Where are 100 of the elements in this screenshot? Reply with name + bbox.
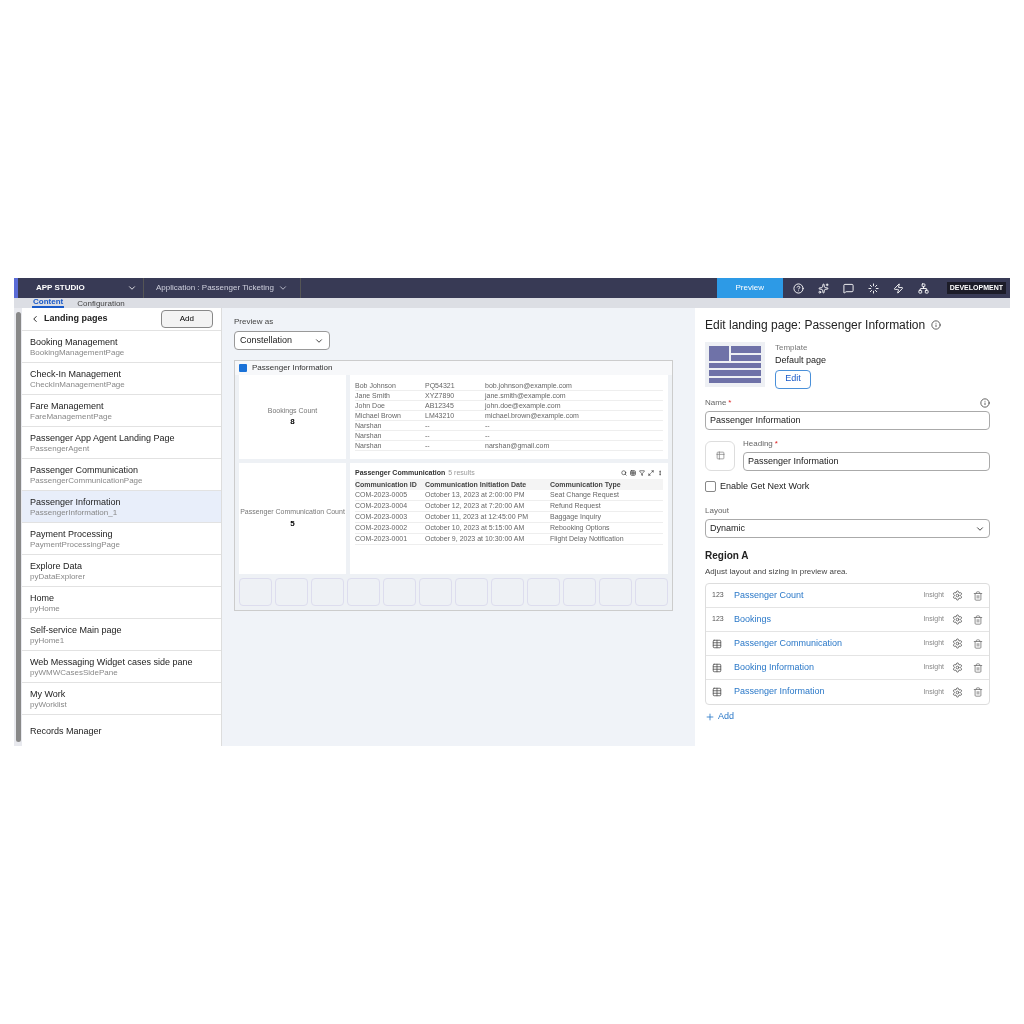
page-title: Booking Management [30, 335, 119, 348]
back-icon[interactable] [30, 314, 40, 324]
info-icon[interactable] [980, 397, 990, 408]
widget-link[interactable]: Bookings [734, 612, 924, 627]
landing-page-item[interactable]: Fare Management FareManagementPage [22, 394, 221, 426]
plus-icon [705, 711, 715, 722]
checkbox[interactable] [705, 480, 716, 492]
page-title: Passenger Communication [30, 463, 140, 476]
help-icon[interactable] [792, 282, 804, 294]
page-id: FareManagementPage [30, 411, 113, 422]
required-mark: * [774, 437, 778, 450]
trash-icon[interactable] [973, 638, 983, 649]
page-id: pyHome [30, 603, 61, 614]
search-icon[interactable] [621, 470, 627, 476]
page-id: pyWMWCasesSidePane [30, 667, 119, 678]
region-title: Region A [705, 549, 750, 563]
page-id: PassengerCommunicationPage [30, 475, 144, 486]
page-title: Fare Management [30, 399, 105, 412]
sidebar-title: Landing pages [44, 312, 108, 326]
page-title: Payment Processing [30, 527, 114, 540]
trash-icon[interactable] [973, 662, 983, 673]
name-label: Name [705, 396, 727, 409]
landing-page-item[interactable]: Home pyHome [22, 586, 221, 618]
widget-link[interactable]: Passenger Communication [734, 636, 924, 651]
landing-page-item[interactable]: My Work pyWorklist [22, 682, 221, 714]
template-label: Template [775, 342, 809, 354]
preview-page-title: Passenger Information [252, 362, 333, 374]
page-icon [239, 364, 247, 372]
page-id: CheckInManagementPage [30, 379, 126, 390]
template-value: Default page [775, 354, 827, 367]
page-title: Self-service Main page [30, 623, 123, 636]
page-id: pyDataExplorer [30, 571, 87, 582]
settings-icon[interactable] [952, 686, 963, 698]
layout-select[interactable]: Dynamic [705, 519, 990, 538]
lightning-icon[interactable] [892, 282, 904, 294]
filter-icon[interactable] [639, 470, 645, 476]
landing-page-item[interactable]: Payment Processing PaymentProcessingPage [22, 522, 221, 554]
page-title: Home [30, 591, 55, 604]
page-title: Check-In Management [30, 367, 123, 380]
table-icon[interactable] [630, 470, 636, 476]
settings-icon[interactable] [952, 638, 963, 649]
page-id: BookingManagementPage [30, 347, 126, 358]
page-title: Passenger App Agent Landing Page [30, 431, 176, 444]
landing-page-item[interactable]: Web Messaging Widget cases side pane pyWMWCasesSidePane [22, 650, 221, 682]
widget-link[interactable]: Passenger Information [734, 685, 924, 699]
tab[interactable]: Configuration [76, 299, 126, 308]
page-title: Records Manager [30, 724, 103, 737]
landing-page-item[interactable]: Records Manager [22, 714, 221, 746]
sparkle-icon[interactable] [817, 282, 829, 294]
loader-icon[interactable] [867, 282, 879, 294]
name-field[interactable]: Passenger Information [705, 410, 990, 430]
insight-value: 8 [290, 416, 295, 429]
widget-link[interactable]: Passenger Count [734, 588, 924, 603]
edit-button[interactable]: Edit [775, 369, 811, 389]
scrollbar[interactable] [15, 312, 21, 742]
chevron-down-icon [277, 283, 288, 293]
landing-page-item[interactable]: Explore Data pyDataExplorer [22, 554, 221, 586]
landing-page-item[interactable]: Passenger Information PassengerInformation_1 [22, 490, 221, 522]
add-button[interactable]: Add [160, 310, 213, 328]
region-hint: Adjust layout and sizing in preview area. [705, 566, 849, 578]
template-thumbnail[interactable] [705, 342, 765, 387]
trash-icon[interactable] [973, 614, 983, 625]
settings-icon[interactable] [952, 614, 963, 625]
landing-page-item[interactable]: Check-In Management CheckInManagementPage [22, 362, 221, 394]
preview-select[interactable]: Constellation [234, 331, 330, 350]
table-icon [712, 662, 722, 673]
page-id: PassengerAgent [30, 443, 91, 454]
page-id: pyWorklist [30, 699, 68, 710]
page-title: My Work [30, 687, 67, 700]
trash-icon[interactable] [973, 687, 983, 697]
widget-link[interactable]: Booking Information [734, 660, 924, 675]
settings-icon[interactable] [952, 662, 963, 673]
editor-title: Edit landing page: Passenger Information [705, 317, 926, 334]
chevron-down-icon [127, 283, 137, 293]
chat-icon[interactable] [842, 282, 854, 294]
layout-label: Layout [705, 505, 731, 517]
trash-icon[interactable] [973, 590, 983, 601]
required-mark: * [728, 396, 732, 409]
network-icon[interactable] [917, 282, 929, 294]
page-id: PassengerInformation_1 [30, 507, 119, 518]
checkbox-label: Enable Get Next Work [720, 479, 810, 493]
info-icon[interactable] [931, 320, 942, 330]
add-widget-button[interactable]: Add [705, 710, 734, 724]
page-title: Explore Data [30, 559, 84, 572]
table-icon [712, 687, 722, 697]
settings-icon[interactable] [952, 590, 963, 601]
landing-page-item[interactable]: Self-service Main page pyHome1 [22, 618, 221, 650]
table-icon [712, 638, 722, 649]
expand-icon[interactable] [648, 470, 654, 476]
preview-label: Preview as [234, 316, 275, 328]
heading-label: Heading [743, 437, 773, 450]
page-title: Web Messaging Widget cases side pane [30, 655, 194, 668]
page-title: Passenger Information [30, 495, 122, 508]
landing-page-item[interactable]: Passenger App Agent Landing Page PassengerAgent [22, 426, 221, 458]
landing-page-item[interactable]: Booking Management BookingManagementPage [22, 330, 221, 362]
more-icon[interactable] [657, 470, 663, 476]
insight-value: 5 [290, 517, 295, 530]
heading-field[interactable]: Passenger Information [743, 451, 990, 471]
page-id: pyHome1 [30, 635, 66, 646]
page-id: PaymentProcessingPage [30, 539, 121, 550]
